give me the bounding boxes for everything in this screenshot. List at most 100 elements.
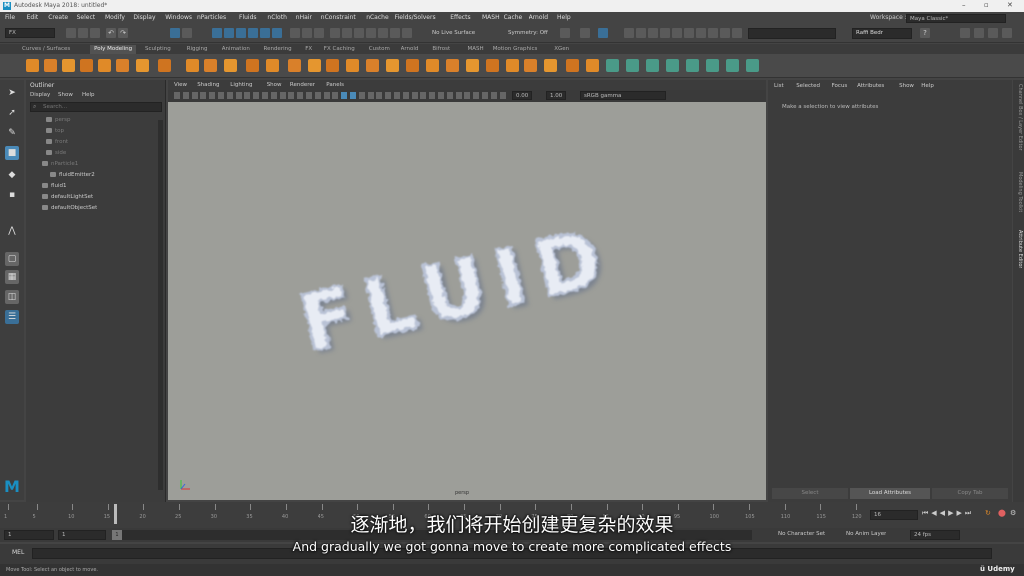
outliner-item-defaultobjectset[interactable]: defaultObjectSet [42,204,97,213]
viewport-menu-view[interactable]: View [174,82,187,88]
viewport-tool-icon[interactable] [244,92,251,99]
snap-vertex-icon[interactable] [272,28,282,38]
outliner-item-fluidemitter2[interactable]: fluidEmitter2 [50,171,95,180]
bevel-icon[interactable] [566,59,579,72]
render-settings-icon[interactable] [378,28,388,38]
attr-menu-selected[interactable]: Selected [796,83,820,89]
shelf-tab-custom[interactable]: Custom [369,45,390,54]
exposure-field[interactable]: 0.00 [512,91,532,100]
viewport-tool-icon[interactable] [350,92,356,99]
pivot-icon[interactable] [560,28,570,38]
four-pane-icon[interactable]: ▦ [5,270,19,284]
menu-set-select[interactable]: FX [5,28,55,38]
menu-display[interactable]: Display [133,14,155,21]
uv-editor-icon[interactable] [708,28,718,38]
viewport-menu-shading[interactable]: Shading [197,82,219,88]
symmetry-label[interactable]: Symmetry: Off [508,30,548,36]
last-tool-icon[interactable]: ⋀ [5,224,19,238]
outliner-item-top[interactable]: top [46,127,64,136]
cone-icon[interactable] [80,59,93,72]
sphere-icon[interactable] [26,59,39,72]
viewport-tool-icon[interactable] [270,92,277,99]
plane-icon[interactable] [116,59,129,72]
outliner-item-side[interactable]: side [46,149,66,158]
snap-view-icon[interactable] [248,28,258,38]
make-live-icon[interactable] [314,28,324,38]
boolean-diff-icon[interactable] [466,59,479,72]
copy-tab-button[interactable]: Copy Tab [932,488,1008,499]
help-icon[interactable]: ? [920,28,930,38]
viewport-tool-icon[interactable] [182,92,189,99]
outliner-item-front[interactable]: front [46,138,68,147]
workspace-select[interactable]: Maya Classic* [906,14,1006,23]
outliner-menu-help[interactable]: Help [82,92,95,98]
outliner-layout-icon[interactable]: ☰ [5,310,19,324]
menu-arnold[interactable]: Arnold [529,14,548,21]
viewport-tool-icon[interactable] [218,92,224,99]
viewport-tool-icon[interactable] [323,92,330,99]
menu-help[interactable]: Help [557,14,571,21]
modeling-toolkit-icon[interactable] [660,28,670,38]
graph-editor-icon[interactable] [684,28,694,38]
boolean-int-icon[interactable] [486,59,499,72]
viewport-tool-icon[interactable] [174,92,180,99]
attr-menu-attributes[interactable]: Attributes [857,83,884,89]
tab-attribute-editor[interactable]: Attribute Editor [1015,230,1023,268]
svg-icon[interactable] [366,59,379,72]
viewport-tool-icon[interactable] [385,92,392,99]
pyramid-icon[interactable] [186,59,199,72]
menu-file[interactable]: File [5,14,15,21]
hypershade-icon[interactable] [390,28,400,38]
viewport-tool-icon[interactable] [482,92,488,99]
wedge-icon[interactable] [606,59,619,72]
multi-cut-icon[interactable] [686,59,699,72]
viewport-tool-icon[interactable] [376,92,383,99]
menu-windows[interactable]: Windows [165,14,192,21]
viewport-tool-icon[interactable] [209,92,216,99]
viewport-tool-icon[interactable] [473,92,480,99]
outliner-menu-display[interactable]: Display [30,92,50,98]
soccer-icon[interactable] [288,59,301,72]
attr-menu-focus[interactable]: Focus [832,83,848,89]
type-icon[interactable] [346,59,359,72]
tab-modeling-toolkit[interactable]: Modeling Toolkit [1015,172,1023,212]
viewport-tool-icon[interactable] [438,92,444,99]
viewport-tool-icon[interactable] [411,92,418,99]
mirror-icon[interactable] [506,59,519,72]
scale-tool-icon[interactable]: ▪ [5,188,19,202]
menu-nconstraint[interactable]: nConstraint [321,14,356,21]
viewport-tool-icon[interactable] [297,92,304,99]
collapse-icon[interactable] [746,59,759,72]
shelf-tab-fx[interactable]: FX [305,45,312,54]
render-frame-icon[interactable] [354,28,364,38]
viewport-menu-show[interactable]: Show [267,82,282,88]
snap-surface-icon[interactable] [260,28,270,38]
lasso-tool-icon[interactable]: ➚ [5,106,19,120]
insert-loop-icon[interactable] [666,59,679,72]
connect-icon[interactable] [726,59,739,72]
platonic-icon[interactable] [158,59,171,72]
outliner-menu-show[interactable]: Show [58,92,73,98]
viewport-tool-icon[interactable] [429,92,436,99]
tab-channel-box[interactable]: Channel Box / Layer Editor [1015,84,1023,151]
move-tool-icon[interactable]: ■ [5,146,19,160]
separate-icon[interactable] [406,59,419,72]
save-scene-icon[interactable] [90,28,100,38]
outliner-item-defaultlightset[interactable]: defaultLightSet [42,193,93,202]
torus-icon[interactable] [98,59,111,72]
smooth-icon[interactable] [426,59,439,72]
sidebar-tool-icon[interactable] [988,28,998,38]
menu-mash[interactable]: MASH [482,14,500,21]
new-scene-icon[interactable] [66,28,76,38]
shelf-tab-bifrost[interactable]: Bifrost [432,45,450,54]
snap-curve-icon[interactable] [224,28,234,38]
viewport-tool-icon[interactable] [235,92,242,99]
viewport-tool-icon[interactable] [464,92,471,99]
helix-icon[interactable] [246,59,259,72]
undo-icon[interactable]: ↶ [106,28,116,38]
shelf-tab-rigging[interactable]: Rigging [187,45,208,54]
outliner-item-nparticle1[interactable]: nParticle1 [42,160,78,169]
menu-select[interactable]: Select [77,14,96,21]
viewport-menu-panels[interactable]: Panels [326,82,344,88]
rotate-tool-icon[interactable]: ◆ [5,168,19,182]
